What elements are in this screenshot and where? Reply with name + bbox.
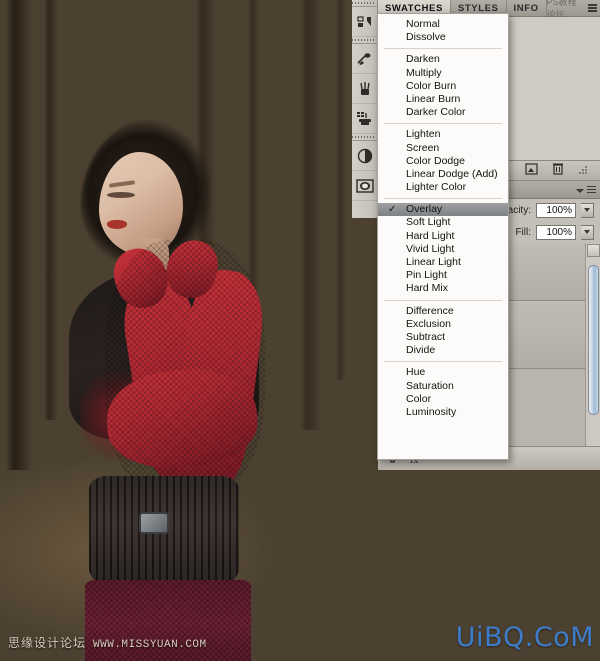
tab-styles-label: STYLES [457,2,499,14]
quick-mask-icon [356,178,374,193]
blend-mode-option[interactable]: Hard Mix [378,282,508,295]
blend-mode-option[interactable]: Screen [378,142,508,155]
blend-mode-option[interactable]: Linear Dodge (Add) [378,168,508,181]
panel-watermark: PS教程论坛 [547,0,600,20]
site-watermark: 思缘设计论坛 WWW.MISSYUAN.COM [8,634,207,651]
chevron-down-icon[interactable] [576,181,584,199]
blend-mode-option[interactable]: Color Burn [378,80,508,93]
blend-mode-option[interactable]: Subtract [378,331,508,344]
model-eye [107,192,135,198]
panel-grip-icon[interactable] [578,162,588,180]
blend-mode-option[interactable]: Difference [378,305,508,318]
menu-separator [384,123,502,125]
fill-label: Fill: [515,226,531,238]
blend-mode-option[interactable]: Color Dodge [378,155,508,168]
tool-grip[interactable] [352,0,378,7]
tree-trunk [336,0,346,380]
blend-mode-option[interactable]: Hue [378,366,508,379]
uibq-watermark: UiBQ.CoM [455,622,594,653]
tab-info[interactable]: INFO [507,0,547,16]
delete-layer-icon[interactable] [552,162,564,180]
brush-icon [357,81,373,97]
menu-separator [384,361,502,363]
layer-scrollbar[interactable] [585,243,600,461]
tool-slice[interactable] [352,7,378,37]
tree-trunk [6,0,32,470]
model-lips [107,220,127,229]
clone-stamp-icon [356,111,374,126]
blend-mode-option[interactable]: Color [378,393,508,406]
blend-mode-option[interactable]: Lighter Color [378,181,508,194]
tool-dodge-burn[interactable] [352,141,378,171]
blend-mode-option[interactable]: Hard Light [378,230,508,243]
blend-mode-option[interactable]: Saturation [378,380,508,393]
blend-mode-option[interactable]: Exclusion [378,318,508,331]
scroll-up-button[interactable] [587,244,600,257]
blend-mode-option[interactable]: Darken [378,53,508,66]
healing-brush-icon [356,52,374,66]
blend-mode-option[interactable]: Linear Burn [378,93,508,106]
blend-mode-option[interactable]: Soft Light [378,216,508,229]
blend-mode-option[interactable]: Lighten [378,128,508,141]
tool-quick-mask[interactable] [352,171,378,201]
dodge-icon [357,148,373,164]
blend-mode-option[interactable]: Linear Light [378,256,508,269]
tool-grip[interactable] [352,37,378,44]
blend-mode-option[interactable]: Normal [378,18,508,31]
blend-mode-option[interactable]: Divide [378,344,508,357]
blend-mode-option[interactable]: Multiply [378,67,508,80]
tool-grip[interactable] [352,134,378,141]
menu-separator [384,198,502,200]
blend-mode-option[interactable]: Overlay [378,203,508,217]
belt-buckle [139,512,169,534]
panel-menu-icon[interactable] [587,185,596,194]
fill-input[interactable]: 100% [536,224,576,240]
opacity-input[interactable]: 100% [536,202,576,218]
tool-healing-brush[interactable] [352,44,378,74]
slice-icon [357,15,373,29]
mesh-texture [105,240,265,500]
new-layer-icon[interactable] [525,162,538,180]
tool-brush[interactable] [352,74,378,104]
blend-mode-option[interactable]: Luminosity [378,406,508,419]
opacity-stepper[interactable] [581,202,594,218]
site-watermark-cn: 思缘设计论坛 [8,636,87,650]
tool-strip [352,0,378,218]
model-figure [55,120,315,661]
scroll-thumb[interactable] [588,265,599,415]
tool-clone-stamp[interactable] [352,104,378,134]
tab-info-label: INFO [513,2,539,14]
menu-separator [384,48,502,50]
site-watermark-url: WWW.MISSYUAN.COM [93,639,207,651]
fill-stepper[interactable] [581,224,594,240]
tab-swatches-label: SWATCHES [385,2,443,14]
blend-mode-option[interactable]: Vivid Light [378,243,508,256]
blending-mode-dropdown[interactable]: Normal Dissolve Darken Multiply Color Burn Li… [377,13,509,460]
menu-separator [384,299,502,301]
screenshot-root: SWATCHES STYLES INFO PS教程论坛 BBS.16XX8.CO… [0,0,600,661]
blend-mode-option[interactable]: Dissolve [378,31,508,44]
blend-mode-option[interactable]: Pin Light [378,269,508,282]
panel-menu-icon[interactable] [588,4,597,12]
blend-mode-option[interactable]: Darker Color [378,106,508,119]
